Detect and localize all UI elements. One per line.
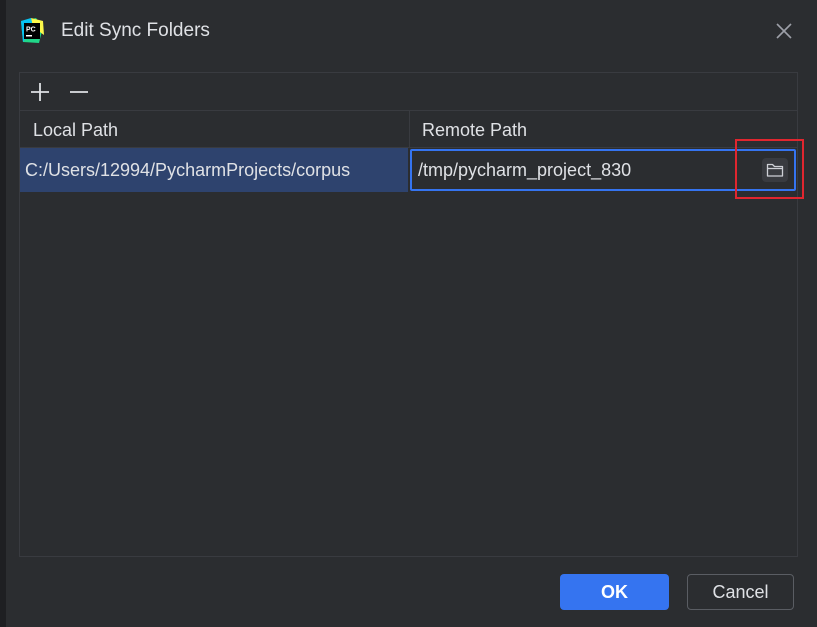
column-header-remote-path[interactable]: Remote Path	[410, 111, 797, 147]
close-button[interactable]	[770, 17, 798, 45]
dialog-title: Edit Sync Folders	[61, 20, 210, 41]
folder-icon[interactable]	[766, 162, 784, 178]
browse-remote-path-button[interactable]	[762, 158, 788, 182]
remote-path-input[interactable]: /tmp/pycharm_project_830	[418, 151, 631, 189]
add-button[interactable]	[27, 79, 53, 105]
plus-icon[interactable]	[30, 82, 50, 102]
sync-folders-panel: Local Path Remote Path C:/Users/12994/Py…	[19, 72, 798, 557]
ok-button[interactable]: OK	[560, 574, 669, 610]
edit-sync-folders-dialog: PC Edit Sync Folders Local Path Remote P…	[0, 0, 817, 627]
pycharm-logo-text: PC	[26, 27, 36, 34]
table-toolbar	[20, 73, 797, 111]
table-header: Local Path Remote Path	[20, 111, 797, 148]
minus-icon[interactable]	[69, 82, 89, 102]
close-icon[interactable]	[776, 23, 792, 39]
table-row[interactable]: C:/Users/12994/PycharmProjects/corpus /t…	[20, 148, 797, 192]
remove-button[interactable]	[66, 79, 92, 105]
local-path-cell[interactable]: C:/Users/12994/PycharmProjects/corpus	[20, 148, 408, 192]
cancel-button[interactable]: Cancel	[687, 574, 794, 610]
window-edge	[0, 0, 6, 627]
column-header-local-path[interactable]: Local Path	[20, 111, 410, 147]
remote-path-field[interactable]: /tmp/pycharm_project_830	[410, 149, 796, 191]
pycharm-logo-icon: PC	[19, 18, 45, 44]
